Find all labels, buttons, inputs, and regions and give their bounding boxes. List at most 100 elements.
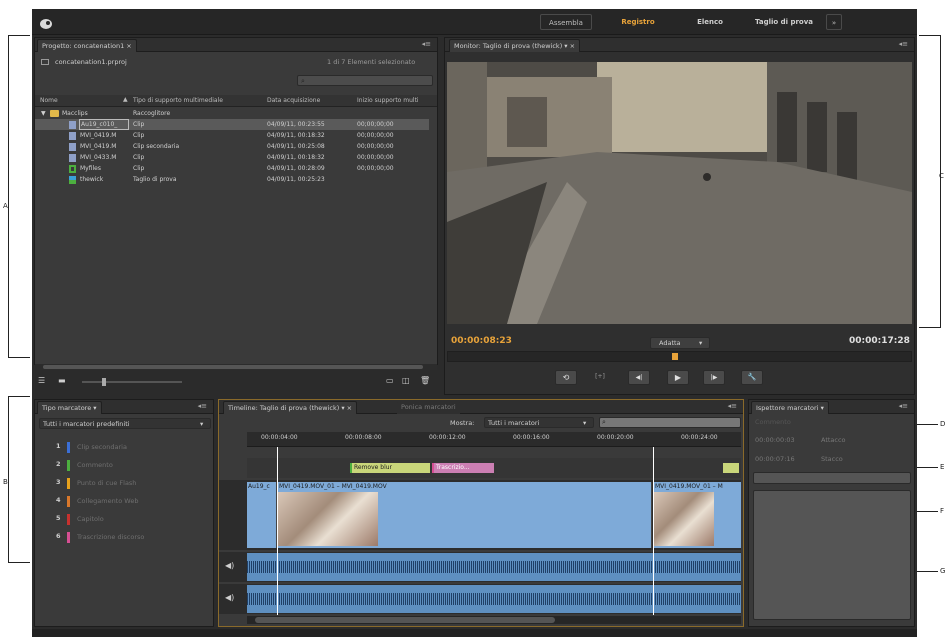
clip-label: MVI_0419.MOV_01 – MVI_0419.MOV — [279, 483, 387, 490]
play-button[interactable]: ▶ — [667, 370, 689, 385]
speaker-icon[interactable]: ◀) — [225, 561, 234, 570]
marker-remove-blur[interactable]: Remove blur — [350, 463, 430, 473]
panel-menu-icon[interactable]: ◂≡ — [899, 402, 908, 411]
timeline-header: Timeline: Taglio di prova (thewick) ▾ × … — [219, 400, 743, 414]
audio-track-2: ◀) — [219, 584, 741, 614]
video-clip-mvi0419[interactable]: MVI_0419.MOV_01 – MVI_0419.MOV — [277, 482, 652, 548]
row-start: 00;00;00;00 — [357, 165, 394, 172]
project-row-macclips[interactable]: ▼ Macclips Raccoglitore — [35, 108, 429, 119]
timeline-search-input[interactable]: ⌕ — [599, 417, 741, 428]
panel-menu-icon[interactable]: ◂≡ — [728, 402, 737, 411]
row-start: 00;00;00;00 — [357, 143, 394, 150]
scroll-thumb[interactable] — [43, 365, 423, 369]
tab-marker-panel[interactable]: Ponica marcatori — [397, 401, 460, 414]
project-row-mvi0433[interactable]: MVI_0433.M Clip 04/09/11, 00:18:32 00;00… — [35, 152, 429, 163]
loop-button[interactable]: ⟲ — [555, 370, 577, 385]
tab-marker-inspector[interactable]: Ispettore marcatori ▾ — [751, 401, 829, 414]
project-hscrollbar[interactable] — [35, 364, 437, 370]
step-back-button[interactable]: ◀| — [628, 370, 650, 385]
scroll-thumb[interactable] — [255, 617, 555, 623]
workspace-taglio-di-prova[interactable]: Taglio di prova — [748, 14, 820, 30]
step-forward-button[interactable]: |▶ — [703, 370, 725, 385]
row-start: 00;00;00;00 — [357, 132, 394, 139]
list-view-icon[interactable]: ☰ — [38, 376, 45, 385]
marker-type-item[interactable]: 1 Clip secondaria — [35, 438, 215, 456]
fit-dropdown[interactable]: Adatta ▾ — [650, 337, 710, 349]
automate-icon[interactable]: ▭ — [386, 376, 394, 385]
row-type: Clip — [133, 121, 145, 128]
inspector-in-tc[interactable]: 00:00:00:03 — [755, 436, 795, 444]
marker-type-num: 2 — [56, 460, 61, 468]
current-timecode[interactable]: 00:00:08:23 — [451, 336, 512, 346]
settings-button[interactable]: 🔧 — [741, 370, 763, 385]
chevron-down-icon: ▾ — [699, 339, 703, 347]
row-type: Clip — [133, 154, 145, 161]
safe-margins-button[interactable]: [+] — [589, 370, 611, 385]
project-row-myfiles[interactable]: Myfiles Clip 04/09/11, 00:28:09 00;00;00… — [35, 163, 429, 174]
clip-icon — [69, 154, 76, 162]
tab-timeline[interactable]: Timeline: Taglio di prova (thewick) ▾ × — [223, 401, 358, 414]
video-clip-mvi0419-2[interactable]: MVI_0419.MOV_01 – M — [653, 482, 741, 548]
workspace-more-button[interactable]: » — [826, 14, 842, 30]
trash-icon[interactable]: 🗑 — [420, 376, 430, 385]
workspace-elenco[interactable]: Elenco — [687, 14, 733, 30]
timeline-playhead[interactable] — [277, 447, 278, 615]
column-nome[interactable]: Nome — [40, 95, 58, 106]
video-clip-au19[interactable]: Au19_c — [247, 482, 277, 548]
show-markers-dropdown[interactable]: Tutti i marcatori ▾ — [484, 417, 594, 428]
audio-clip[interactable] — [247, 553, 741, 581]
marker-type-item[interactable]: 4 Collegamento Web — [35, 492, 215, 510]
timeline-playhead-2 — [653, 447, 654, 615]
speaker-icon[interactable]: ◀) — [225, 593, 234, 602]
inspector-comments-field[interactable] — [753, 490, 911, 620]
expand-triangle-icon[interactable]: ▼ — [41, 108, 46, 119]
workspace-registro[interactable]: Registro — [610, 14, 666, 30]
marker-transcription[interactable]: Trascrizio... — [432, 463, 494, 473]
marker-track: Remove blur Trascrizio... — [247, 458, 741, 478]
panel-menu-icon[interactable]: ◂≡ — [198, 402, 207, 411]
callout-bracket-c — [919, 35, 941, 328]
inspector-name-field[interactable] — [753, 472, 911, 484]
panel-menu-icon[interactable]: ◂≡ — [899, 40, 908, 49]
project-list: ▼ Macclips Raccoglitore Au19_c010_ Clip … — [35, 108, 437, 198]
zoom-slider-handle[interactable] — [102, 378, 106, 386]
marker-filter-dropdown[interactable]: Tutti i marcatori predefiniti ▾ — [39, 418, 211, 429]
project-row-mvi0419[interactable]: MVI_0419.M Clip 04/09/11, 00:18:32 00;00… — [35, 130, 429, 141]
audio-clip[interactable] — [247, 585, 741, 613]
callout-d: D — [940, 420, 946, 428]
playhead-handle[interactable] — [672, 353, 678, 360]
project-row-thewick[interactable]: thewick Taglio di prova 04/09/11, 00:25:… — [35, 174, 429, 185]
project-row-mvi0419-sub[interactable]: MVI_0419.M Clip secondaria 04/09/11, 00:… — [35, 141, 429, 152]
clip-icon — [69, 121, 76, 129]
tab-marker-type[interactable]: Tipo marcatore ▾ — [37, 401, 102, 414]
marker-type-item[interactable]: 3 Punto di cue Flash — [35, 474, 215, 492]
tab-project[interactable]: Progetto: concatenation1 × — [37, 39, 137, 52]
bin-icon — [50, 110, 59, 117]
column-data[interactable]: Data acquisizione — [267, 95, 320, 106]
clip-icon — [69, 132, 76, 140]
marker-type-item[interactable]: 2 Commento — [35, 456, 215, 474]
monitor-scrubber[interactable] — [447, 351, 912, 362]
column-inizio[interactable]: Inizio supporto multi — [357, 95, 435, 106]
zoom-slider[interactable] — [82, 378, 182, 386]
marker-type-header: Tipo marcatore ▾ ◂≡ — [35, 400, 213, 414]
marker-type-item[interactable]: 5 Capitolo — [35, 510, 215, 528]
project-row-au19[interactable]: Au19_c010_ Clip 04/09/11, 00:23:55 00;00… — [35, 119, 429, 130]
tab-monitor[interactable]: Monitor: Taglio di prova (thewick) ▾ × — [449, 39, 581, 52]
callout-g: G — [940, 567, 946, 575]
row-name: MVI_0433.M — [80, 154, 117, 161]
panel-menu-icon[interactable]: ◂≡ — [422, 40, 431, 49]
column-tipo[interactable]: Tipo di supporto multimediale — [133, 95, 223, 106]
project-search-input[interactable]: ⌕ — [297, 75, 433, 86]
workspace-assembla[interactable]: Assembla — [540, 14, 592, 30]
inspector-header: Ispettore marcatori ▾ ◂≡ — [749, 400, 914, 414]
row-start: 00;00;00;00 — [357, 154, 394, 161]
marker-end[interactable] — [723, 463, 739, 473]
icon-view-icon[interactable]: ▬ — [58, 376, 66, 385]
inspector-out-tc[interactable]: 00:00:07:16 — [755, 455, 795, 463]
timeline-ruler[interactable]: 00:00:04:00 00:00:08:00 00:00:12:00 00:0… — [247, 432, 741, 447]
new-item-icon[interactable]: ◫ — [402, 376, 410, 385]
marker-type-item[interactable]: 6 Trascrizione discorso — [35, 528, 215, 546]
show-label: Mostra: — [450, 419, 475, 427]
timeline-hscrollbar[interactable] — [247, 616, 741, 624]
